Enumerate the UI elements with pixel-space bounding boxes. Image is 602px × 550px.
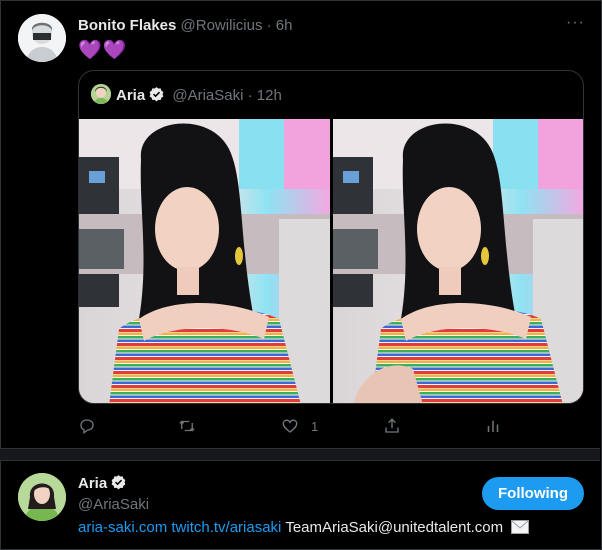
tweet-actions: 1 <box>78 414 584 438</box>
verified-icon <box>149 87 164 102</box>
separator: · <box>247 87 253 104</box>
retweet-button[interactable] <box>178 414 208 438</box>
quoted-avatar[interactable] <box>91 84 111 104</box>
like-count: 1 <box>311 418 319 434</box>
separator: · <box>266 17 272 34</box>
share-button[interactable] <box>383 414 401 438</box>
bio-link-website[interactable]: aria-saki.com <box>78 519 167 536</box>
profile-name-row: Aria <box>78 474 130 492</box>
quoted-time[interactable]: 12h <box>257 87 282 104</box>
profile-avatar[interactable] <box>18 473 66 521</box>
tweet-header: Bonito Flakes @Rowilicius · 6h <box>78 17 292 34</box>
like-button[interactable]: 1 <box>281 414 318 438</box>
heart-icon <box>282 419 298 433</box>
quoted-header: Aria @AriaSaki · 12h <box>116 86 282 104</box>
avatar[interactable] <box>18 14 66 62</box>
following-button[interactable]: Following <box>482 477 584 510</box>
bio-email: TeamAriaSaki@unitedtalent.com <box>285 519 504 536</box>
bio-link-twitch[interactable]: twitch.tv/ariasaki <box>171 519 281 536</box>
reply-button[interactable] <box>78 414 108 438</box>
section-divider <box>0 448 600 461</box>
tweet-time[interactable]: 6h <box>276 17 293 34</box>
profile-bio: aria-saki.com twitch.tv/ariasaki TeamAri… <box>78 519 530 536</box>
tweet[interactable]: Bonito Flakes @Rowilicius · 6h ··· 💜💜 Ar… <box>0 0 600 448</box>
analytics-button[interactable] <box>484 414 502 438</box>
quoted-photo-2[interactable] <box>333 119 583 403</box>
quoted-author-handle[interactable]: @AriaSaki <box>172 87 243 104</box>
analytics-icon <box>487 420 499 432</box>
quoted-tweet[interactable]: Aria @AriaSaki · 12h <box>78 70 584 404</box>
author-name[interactable]: Bonito Flakes <box>78 17 176 34</box>
retweet-icon <box>179 420 195 432</box>
tweet-text: 💜💜 <box>78 40 128 61</box>
author-handle[interactable]: @Rowilicius <box>181 17 263 34</box>
profile-handle[interactable]: @AriaSaki <box>78 496 149 513</box>
profile-display-name[interactable]: Aria <box>78 475 107 492</box>
quoted-photo-1[interactable] <box>79 119 330 403</box>
more-icon[interactable]: ··· <box>566 14 584 34</box>
envelope-icon <box>511 520 530 534</box>
reply-icon <box>80 419 94 435</box>
share-icon <box>385 418 399 433</box>
quoted-author-name[interactable]: Aria <box>116 87 145 104</box>
verified-icon <box>111 475 126 490</box>
